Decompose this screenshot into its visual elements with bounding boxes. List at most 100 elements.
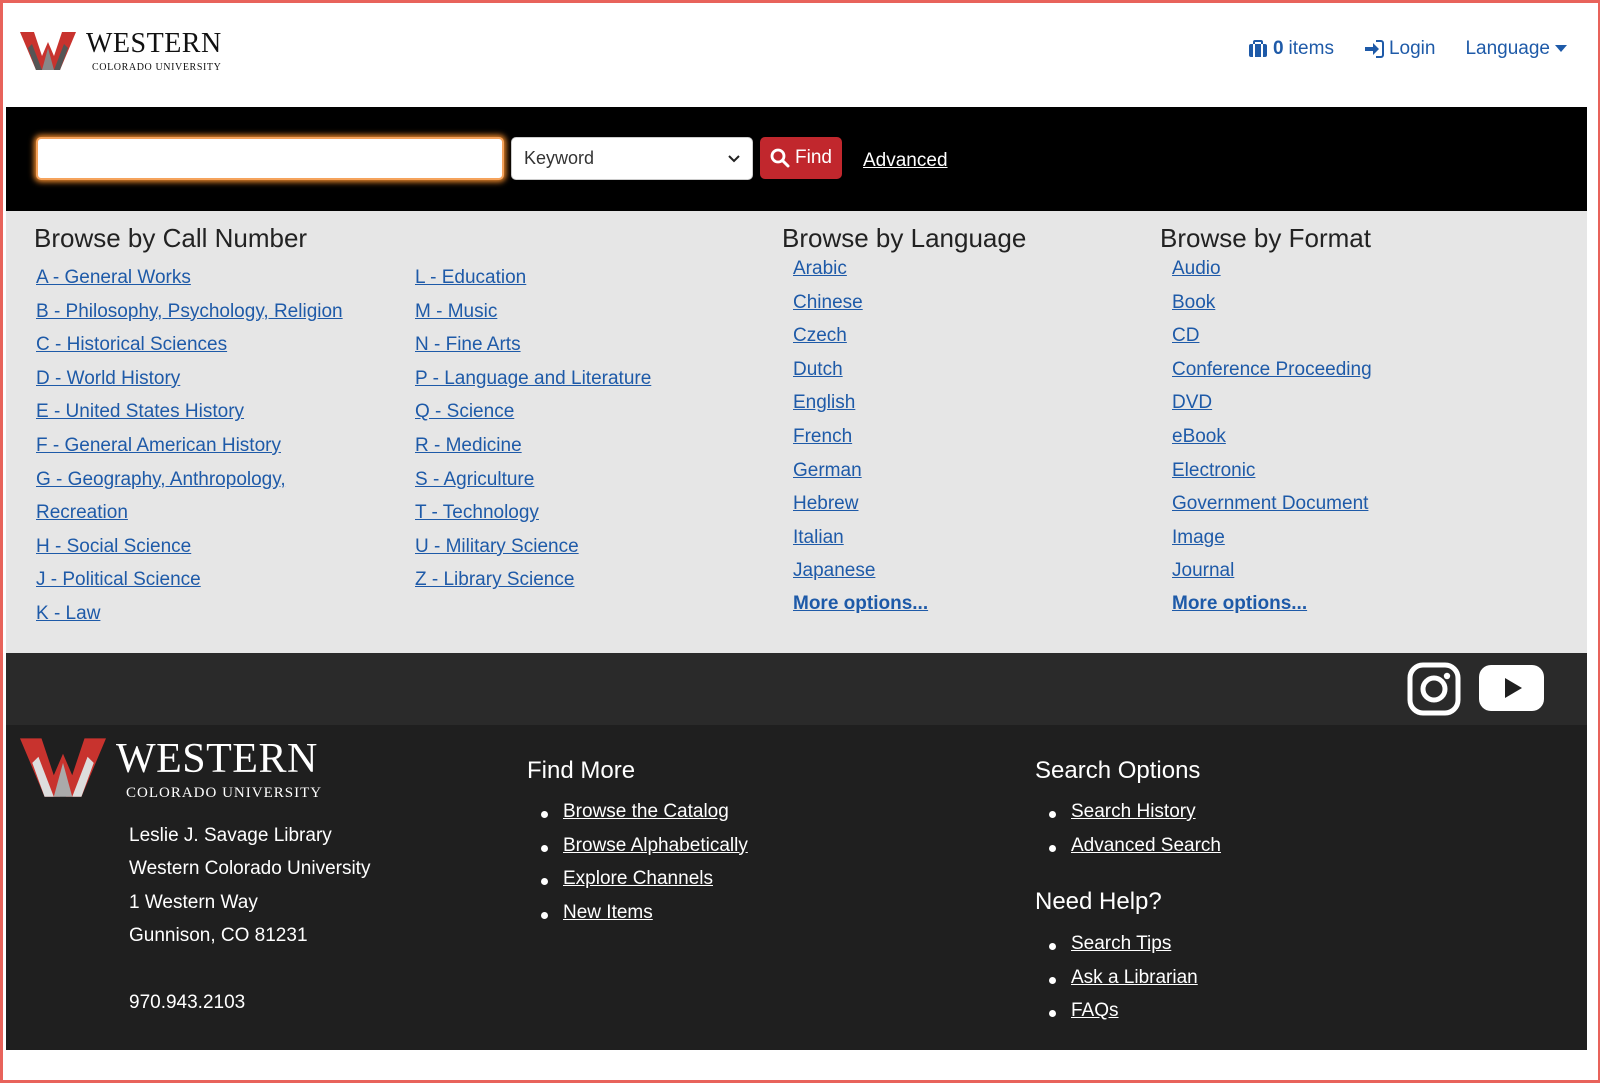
call-number-link-j-political-science[interactable]: J - Political Science	[36, 569, 201, 591]
footer-logo-subtitle: COLORADO UNIVERSITY	[126, 785, 323, 801]
list-item: Search Tips	[1045, 933, 1198, 967]
address-line-street: 1 Western Way	[129, 892, 258, 913]
search-bar: Keyword Find Advanced	[6, 107, 1587, 211]
advanced-search-link[interactable]: Advanced	[863, 150, 948, 172]
language-link-chinese[interactable]: Chinese	[793, 292, 863, 314]
call-number-link-k-law[interactable]: K - Law	[36, 603, 100, 625]
call-number-link-b-philosophy-psychology-religion[interactable]: B - Philosophy, Psychology, Religion	[36, 301, 343, 323]
browse-language-heading: Browse by Language	[782, 223, 1027, 253]
language-link-japanese[interactable]: Japanese	[793, 560, 875, 582]
list-item: New Items	[537, 902, 748, 936]
find-more-list: Browse the Catalog Browse Alphabetically E…	[537, 801, 748, 935]
logo-name: WESTERN	[86, 28, 222, 59]
footer-link-ask-a-librarian[interactable]: Ask a Librarian	[1071, 967, 1198, 988]
call-number-link-d-world-history[interactable]: D - World History	[36, 368, 180, 390]
search-type-value: Keyword	[524, 148, 595, 168]
format-link-conference-proceeding[interactable]: Conference Proceeding	[1172, 359, 1372, 381]
footer-link-search-tips[interactable]: Search Tips	[1071, 933, 1171, 954]
instagram-icon[interactable]	[1407, 662, 1461, 716]
call-number-link-p-language-and-literature[interactable]: P - Language and Literature	[415, 368, 651, 390]
chevron-down-icon	[728, 154, 740, 162]
footer-logo-name: WESTERN	[116, 736, 318, 782]
call-number-link-e-united-states-history[interactable]: E - United States History	[36, 401, 244, 423]
call-number-link-m-music[interactable]: M - Music	[415, 301, 497, 323]
call-number-link-h-social-science[interactable]: H - Social Science	[36, 536, 191, 558]
call-number-link-recreation[interactable]: Recreation	[36, 502, 128, 524]
footer-link-advanced-search[interactable]: Advanced Search	[1071, 835, 1221, 856]
language-dropdown[interactable]: Language	[1465, 38, 1567, 60]
list-item: Explore Channels	[537, 868, 748, 902]
search-type-select[interactable]: Keyword	[511, 137, 753, 180]
social-bar	[6, 653, 1587, 725]
need-help-list: Search Tips Ask a Librarian FAQs	[1045, 933, 1198, 1034]
format-link-book[interactable]: Book	[1172, 292, 1215, 314]
footer-link-faqs[interactable]: FAQs	[1071, 1000, 1119, 1021]
language-link-english[interactable]: English	[793, 392, 855, 414]
format-link-image[interactable]: Image	[1172, 527, 1225, 549]
call-number-link-z-library-science[interactable]: Z - Library Science	[415, 569, 574, 591]
format-link-audio[interactable]: Audio	[1172, 258, 1221, 280]
call-number-link-q-science[interactable]: Q - Science	[415, 401, 514, 423]
footer-link-browse-the-catalog[interactable]: Browse the Catalog	[563, 801, 729, 822]
language-link-dutch[interactable]: Dutch	[793, 359, 843, 381]
western-w-logo-icon	[20, 32, 76, 70]
top-nav: 0 items Login Language	[1248, 38, 1567, 60]
footer-link-explore-channels[interactable]: Explore Channels	[563, 868, 713, 889]
call-number-link-r-medicine[interactable]: R - Medicine	[415, 435, 522, 457]
find-more-heading: Find More	[527, 757, 636, 784]
call-number-link-g-geography-anthropology[interactable]: G - Geography, Anthropology,	[36, 469, 286, 491]
need-help-heading: Need Help?	[1035, 888, 1162, 915]
language-link-german[interactable]: German	[793, 460, 862, 482]
call-number-link-l-education[interactable]: L - Education	[415, 267, 526, 289]
language-link-hebrew[interactable]: Hebrew	[793, 493, 858, 515]
language-link-italian[interactable]: Italian	[793, 527, 844, 549]
call-number-link-f-general-american-history[interactable]: F - General American History	[36, 435, 281, 457]
language-label: Language	[1465, 38, 1550, 59]
cart-count: 0	[1272, 38, 1284, 59]
list-item: Browse Alphabetically	[537, 835, 748, 869]
list-item: Search History	[1045, 801, 1221, 835]
youtube-icon[interactable]	[1479, 665, 1544, 711]
caret-down-icon	[1555, 45, 1567, 52]
call-number-link-u-military-science[interactable]: U - Military Science	[415, 536, 579, 558]
format-link-journal[interactable]: Journal	[1172, 560, 1234, 582]
language-link-arabic[interactable]: Arabic	[793, 258, 847, 280]
format-link-dvd[interactable]: DVD	[1172, 392, 1212, 414]
list-item: Advanced Search	[1045, 835, 1221, 869]
format-link-electronic[interactable]: Electronic	[1172, 460, 1255, 482]
footer-link-browse-alphabetically[interactable]: Browse Alphabetically	[563, 835, 748, 856]
list-item: Browse the Catalog	[537, 801, 748, 835]
login-link[interactable]: Login	[1364, 38, 1436, 60]
search-input[interactable]	[36, 137, 504, 180]
western-w-logo-icon	[20, 738, 106, 797]
find-label: Find	[795, 147, 832, 168]
address-line-university: Western Colorado University	[129, 858, 371, 879]
find-button[interactable]: Find	[760, 137, 842, 179]
address-line-library: Leslie J. Savage Library	[129, 825, 332, 846]
list-item: Ask a Librarian	[1045, 967, 1198, 1001]
browse-format-heading: Browse by Format	[1160, 223, 1371, 253]
login-label: Login	[1388, 38, 1436, 59]
search-icon	[770, 148, 790, 168]
language-more-options-link[interactable]: More options...	[793, 593, 928, 615]
format-more-options-link[interactable]: More options...	[1172, 593, 1307, 615]
cart-link[interactable]: 0 items	[1248, 38, 1334, 60]
format-link-government-document[interactable]: Government Document	[1172, 493, 1368, 515]
site-header: WESTERN COLORADO UNIVERSITY 0 items Logi…	[6, 4, 1587, 107]
footer-link-search-history[interactable]: Search History	[1071, 801, 1196, 822]
format-link-ebook[interactable]: eBook	[1172, 426, 1226, 448]
call-number-link-s-agriculture[interactable]: S - Agriculture	[415, 469, 534, 491]
language-link-czech[interactable]: Czech	[793, 325, 847, 347]
call-number-link-t-technology[interactable]: T - Technology	[415, 502, 539, 524]
footer-link-new-items[interactable]: New Items	[563, 902, 653, 923]
call-number-link-c-historical-sciences[interactable]: C - Historical Sciences	[36, 334, 227, 356]
site-footer: WESTERN COLORADO UNIVERSITY Leslie J. Sa…	[6, 725, 1587, 1050]
call-number-link-a-general-works[interactable]: A - General Works	[36, 267, 191, 289]
logo-subtitle: COLORADO UNIVERSITY	[92, 62, 222, 73]
search-options-list: Search History Advanced Search	[1045, 801, 1221, 868]
call-number-link-n-fine-arts[interactable]: N - Fine Arts	[415, 334, 521, 356]
language-link-french[interactable]: French	[793, 426, 852, 448]
browse-call-number-heading: Browse by Call Number	[34, 223, 308, 253]
format-link-cd[interactable]: CD	[1172, 325, 1199, 347]
search-options-heading: Search Options	[1035, 757, 1201, 784]
